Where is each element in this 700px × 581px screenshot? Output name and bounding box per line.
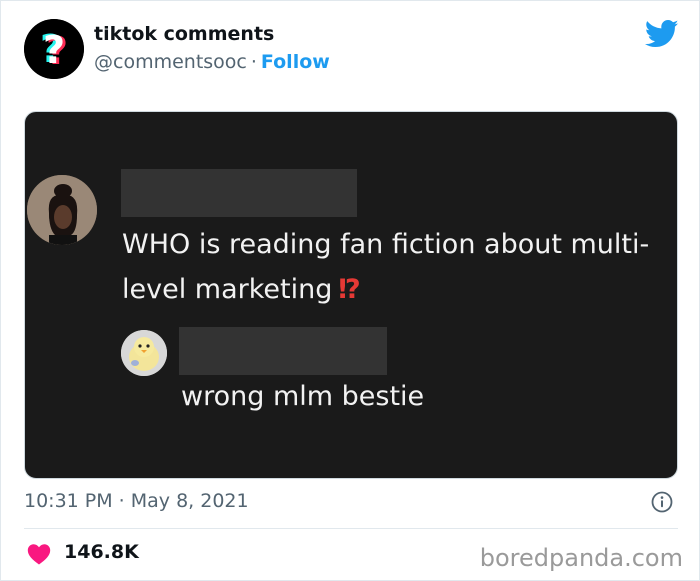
- twitter-bird-icon[interactable]: [645, 19, 679, 49]
- user-handle[interactable]: @commentsooc: [94, 51, 247, 73]
- exclamation-question-emoji: ⁉: [338, 274, 361, 305]
- redacted-reply-username-bar: [179, 327, 387, 375]
- tweet-card: ? ? ? tiktok comments @commentsooc · Follo…: [0, 0, 700, 581]
- profile-avatar[interactable]: ? ? ?: [24, 19, 84, 79]
- reply-text: wrong mlm bestie: [181, 381, 425, 412]
- redacted-username-bar: [121, 169, 357, 217]
- watermark: boredpanda.com: [479, 544, 683, 572]
- svg-text:?: ?: [43, 28, 65, 72]
- heart-icon[interactable]: [27, 543, 51, 565]
- handle-row: @commentsooc · Follow: [94, 51, 330, 73]
- display-name[interactable]: tiktok comments: [94, 23, 274, 45]
- divider: [24, 528, 678, 529]
- separator-dot: ·: [250, 51, 257, 73]
- comment-text: WHO is reading fan fiction about multi-l…: [122, 229, 650, 305]
- info-icon[interactable]: [651, 491, 673, 513]
- like-count: 146.8K: [64, 541, 139, 563]
- media-screenshot[interactable]: WHO is reading fan fiction about multi-l…: [24, 111, 678, 479]
- follow-button[interactable]: Follow: [261, 51, 330, 73]
- commenter-avatar: [27, 175, 97, 245]
- comment-text-block: WHO is reading fan fiction about multi-l…: [122, 222, 662, 312]
- reply-avatar: [121, 330, 167, 376]
- tweet-timestamp[interactable]: 10:31 PM · May 8, 2021: [24, 490, 249, 512]
- question-mark-avatar-icon: ? ? ?: [24, 19, 84, 79]
